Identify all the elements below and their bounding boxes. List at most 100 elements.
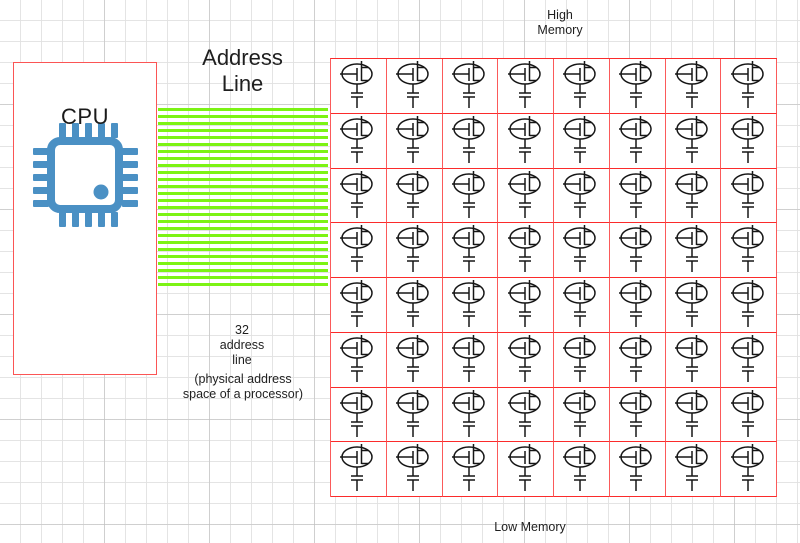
memory-cell[interactable] (442, 59, 499, 114)
memory-cell[interactable] (386, 59, 443, 114)
memory-cell[interactable] (554, 278, 610, 333)
memory-cell[interactable] (721, 59, 777, 114)
dram-cell-transistor-capacitor-icon (338, 169, 378, 220)
memory-cell[interactable] (554, 442, 610, 497)
memory-cell[interactable] (331, 332, 387, 388)
dram-cell-transistor-capacitor-icon (673, 388, 713, 439)
memory-cell[interactable] (665, 59, 722, 114)
cpu-box[interactable]: CPU (13, 62, 157, 375)
memory-cell[interactable] (721, 168, 777, 224)
memory-cell[interactable] (331, 168, 387, 224)
address-line-count-caption: 32 address line (168, 323, 316, 368)
memory-cell[interactable] (721, 223, 777, 278)
dram-cell-transistor-capacitor-icon (673, 333, 713, 384)
memory-cell[interactable] (665, 278, 722, 333)
memory-cell[interactable] (498, 332, 554, 388)
memory-cell[interactable] (498, 442, 554, 497)
memory-cell[interactable] (721, 442, 777, 497)
memory-cell[interactable] (665, 168, 722, 224)
memory-cell[interactable] (665, 442, 722, 497)
memory-cell[interactable] (498, 168, 554, 224)
memory-cell[interactable] (721, 113, 777, 169)
dram-cell-transistor-capacitor-icon (561, 169, 601, 220)
memory-cell[interactable] (498, 387, 554, 443)
memory-cell[interactable] (386, 387, 443, 443)
dram-cell-transistor-capacitor-icon (450, 59, 490, 110)
memory-cell[interactable] (554, 387, 610, 443)
dram-cell-transistor-capacitor-icon (506, 333, 546, 384)
dram-cell-transistor-capacitor-icon (338, 59, 378, 110)
dram-cell-transistor-capacitor-icon (673, 442, 713, 493)
memory-cell[interactable] (386, 113, 443, 169)
memory-cell[interactable] (442, 278, 499, 333)
memory-cell[interactable] (609, 387, 666, 443)
memory-cell[interactable] (665, 223, 722, 278)
address-line-count-word2: line (232, 353, 252, 367)
memory-cell[interactable] (386, 442, 443, 497)
dram-cell-transistor-capacitor-icon (450, 442, 490, 493)
dram-cell-transistor-capacitor-icon (673, 223, 713, 274)
memory-cell[interactable] (554, 113, 610, 169)
dram-cell-transistor-capacitor-icon (338, 223, 378, 274)
memory-cell[interactable] (665, 113, 722, 169)
memory-cell[interactable] (331, 442, 387, 497)
dram-cell-transistor-capacitor-icon (338, 333, 378, 384)
dram-cell-transistor-capacitor-icon (617, 388, 657, 439)
memory-cell[interactable] (442, 223, 499, 278)
memory-cell[interactable] (386, 168, 443, 224)
dram-cell-transistor-capacitor-icon (394, 223, 434, 274)
address-bus-stripes (158, 108, 328, 288)
memory-cell[interactable] (721, 332, 777, 388)
memory-cell[interactable] (498, 223, 554, 278)
memory-cell[interactable] (721, 387, 777, 443)
memory-cell[interactable] (331, 113, 387, 169)
memory-cell[interactable] (609, 278, 666, 333)
dram-cell-transistor-capacitor-icon (338, 114, 378, 165)
memory-cell[interactable] (554, 168, 610, 224)
dram-cell-transistor-capacitor-icon (673, 59, 713, 110)
memory-cell[interactable] (442, 442, 499, 497)
memory-cell[interactable] (609, 332, 666, 388)
dram-cell-transistor-capacitor-icon (561, 442, 601, 493)
memory-cell[interactable] (665, 332, 722, 388)
address-line-count-number: 32 (235, 323, 249, 337)
memory-cell[interactable] (498, 278, 554, 333)
dram-cell-transistor-capacitor-icon (673, 278, 713, 329)
memory-cell[interactable] (442, 332, 499, 388)
memory-cell[interactable] (386, 332, 443, 388)
dram-cell-transistor-capacitor-icon (506, 59, 546, 110)
dram-cell-transistor-capacitor-icon (506, 442, 546, 493)
memory-cell[interactable] (498, 113, 554, 169)
memory-cell[interactable] (442, 168, 499, 224)
memory-cell[interactable] (554, 223, 610, 278)
dram-cell-transistor-capacitor-icon (394, 114, 434, 165)
address-line-title: Address Line (170, 45, 315, 97)
memory-cell[interactable] (721, 278, 777, 333)
memory-cell[interactable] (609, 59, 666, 114)
memory-cell[interactable] (331, 278, 387, 333)
memory-cell[interactable] (442, 387, 499, 443)
dram-cell-transistor-capacitor-icon (394, 442, 434, 493)
memory-cell[interactable] (609, 442, 666, 497)
high-memory-label-line2: Memory (537, 23, 583, 37)
memory-cell[interactable] (331, 223, 387, 278)
memory-cell[interactable] (386, 278, 443, 333)
memory-cell[interactable] (609, 113, 666, 169)
memory-cell[interactable] (331, 59, 387, 114)
dram-cell-transistor-capacitor-icon (617, 114, 657, 165)
dram-cell-transistor-capacitor-icon (450, 333, 490, 384)
memory-cell[interactable] (442, 113, 499, 169)
memory-cell[interactable] (665, 387, 722, 443)
memory-cell[interactable] (331, 387, 387, 443)
memory-cell[interactable] (554, 59, 610, 114)
dram-cell-transistor-capacitor-icon (561, 278, 601, 329)
memory-cell[interactable] (498, 59, 554, 114)
memory-cell[interactable] (609, 223, 666, 278)
memory-cell[interactable] (386, 223, 443, 278)
memory-cell[interactable] (609, 168, 666, 224)
low-memory-label: Low Memory (494, 520, 566, 534)
memory-cell[interactable] (554, 332, 610, 388)
dram-cell-transistor-capacitor-icon (617, 169, 657, 220)
dram-cell-transistor-capacitor-icon (561, 333, 601, 384)
dram-cell-transistor-capacitor-icon (394, 333, 434, 384)
